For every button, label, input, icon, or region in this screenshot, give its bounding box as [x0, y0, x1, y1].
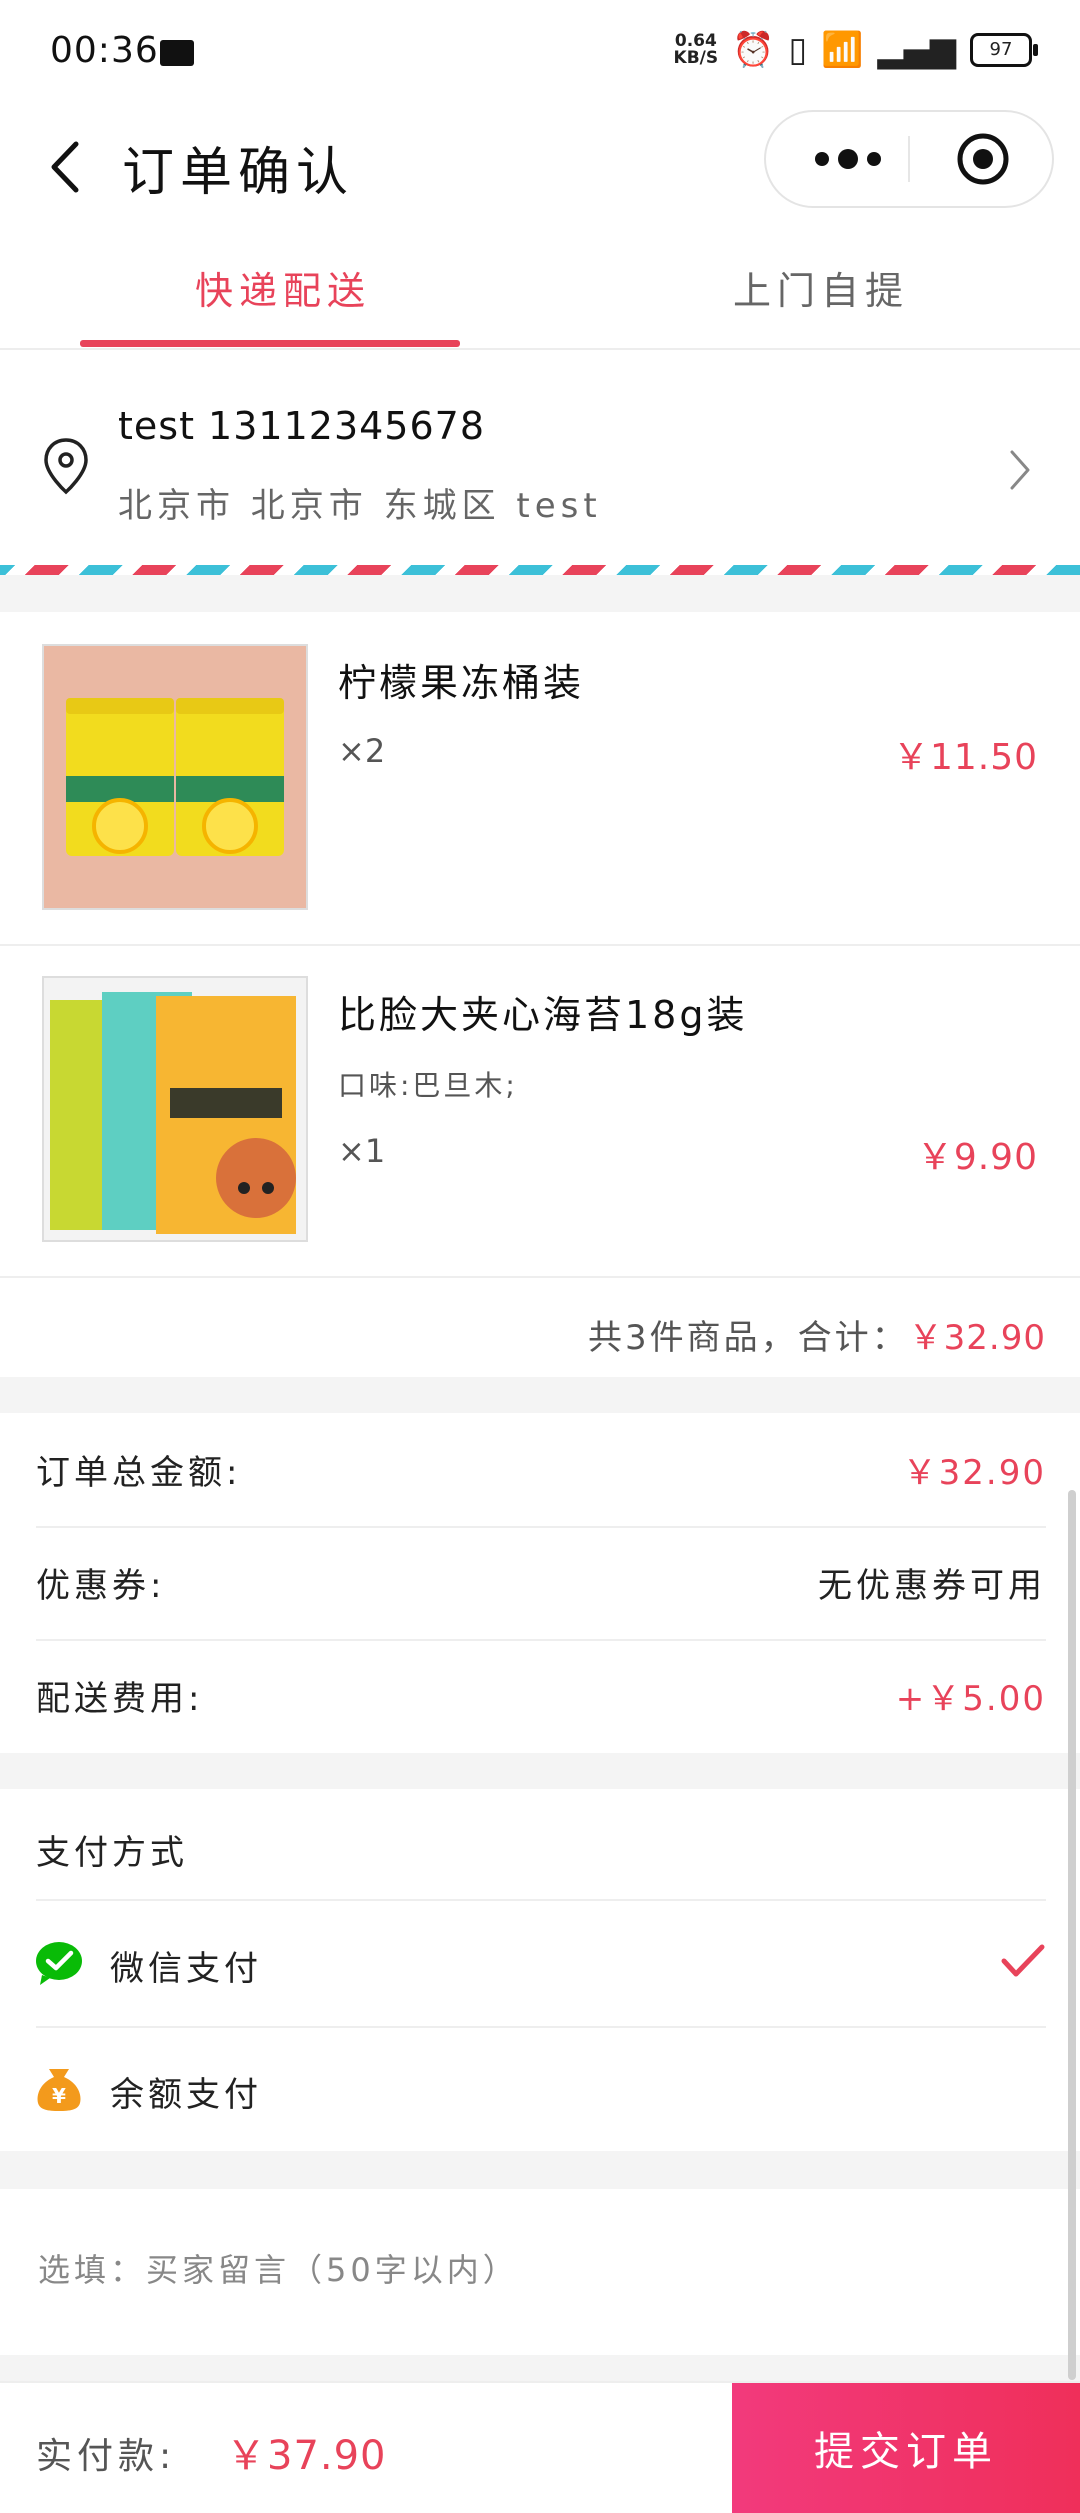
chevron-left-icon[interactable]	[42, 132, 90, 202]
goods-summary: 共3件商品，合计：￥32.90	[588, 1318, 1046, 1358]
page-title: 订单确认	[122, 143, 355, 203]
signal-icon: ▂▄▆	[877, 30, 956, 70]
goods-name: 比脸大夹心海苔18g装	[338, 993, 748, 1037]
product-image-lemon-jelly	[42, 644, 308, 910]
goods-quantity: ×2	[338, 732, 386, 770]
checkmark-icon	[1001, 1944, 1045, 1977]
payment-label: 微信支付	[110, 1949, 262, 1989]
payment-title: 支付方式	[36, 1833, 188, 1873]
order-total-row: 订单总金额: ￥32.90	[36, 1413, 1046, 1528]
remark-input[interactable]	[36, 2239, 1020, 2301]
order-amounts: 订单总金额: ￥32.90 优惠券: 无优惠券可用 配送费用: +￥5.00	[0, 1413, 1080, 1753]
order-total-value: ￥32.90	[902, 1453, 1046, 1493]
payment-methods: 支付方式 微信支付 ¥ 余额支付	[0, 1789, 1080, 2151]
delivery-fee-value: +￥5.00	[895, 1679, 1046, 1719]
goods-price: ￥11.50	[892, 737, 1038, 778]
payment-label: 余额支付	[110, 2075, 262, 2115]
delivery-fee-label: 配送费用:	[36, 1679, 204, 1719]
coupon-label: 优惠券:	[36, 1566, 166, 1606]
submit-order-button[interactable]: 提交订单	[732, 2383, 1080, 2513]
goods-list: 柠檬果冻桶装 ×2 ￥11.50 比脸大夹心海苔18g装 口味:巴旦木; ×1 …	[0, 612, 1080, 1377]
status-time: 00:36	[50, 30, 159, 71]
mini-program-capsule	[764, 110, 1054, 208]
goods-item[interactable]: 柠檬果冻桶装 ×2 ￥11.50	[0, 612, 1080, 946]
buyer-remark	[0, 2189, 1080, 2355]
coupon-value: 无优惠券可用	[818, 1566, 1046, 1606]
checkout-bar: 实付款: ￥37.90 提交订单	[0, 2381, 1080, 2513]
goods-quantity: ×1	[338, 1132, 386, 1170]
product-image-seaweed	[42, 976, 308, 1242]
goods-name: 柠檬果冻桶装	[338, 661, 585, 705]
goods-spec: 口味:巴旦木;	[338, 1069, 518, 1102]
tab-express-delivery[interactable]: 快递配送	[195, 260, 371, 315]
pay-amount-label: 实付款:	[36, 2436, 177, 2477]
delivery-fee-row: 配送费用: +￥5.00	[36, 1639, 1046, 1752]
address-card[interactable]: test 13112345678 北京市 北京市 东城区 test	[0, 350, 1080, 575]
airmail-border	[0, 565, 1080, 575]
battery-icon: 97	[970, 33, 1038, 67]
coupon-row[interactable]: 优惠券: 无优惠券可用	[36, 1526, 1046, 1641]
payment-option-wechat[interactable]: 微信支付	[0, 1901, 1080, 2027]
more-dots-icon[interactable]	[804, 142, 914, 176]
active-tab-indicator	[80, 340, 460, 347]
location-pin-icon	[44, 438, 88, 495]
goods-item[interactable]: 比脸大夹心海苔18g装 口味:巴旦木; ×1 ￥9.90	[0, 944, 1080, 1278]
alarm-icon: ⏰	[732, 30, 775, 70]
wifi-icon: 📶	[821, 30, 864, 70]
status-bar: 00:36 0.64 KB/S ⏰ ▯ 📶 ▂▄▆ 97	[0, 0, 1080, 110]
address-name-phone: test 13112345678	[118, 404, 485, 448]
money-bag-icon: ¥	[37, 2069, 81, 2111]
vibrate-icon: ▯	[788, 30, 808, 70]
pay-amount-value: ￥37.90	[226, 2433, 387, 2479]
target-circle-icon[interactable]	[956, 132, 1010, 186]
delivery-tabs: 快递配送 上门自提	[0, 230, 1080, 350]
scrollbar[interactable]	[1068, 1490, 1076, 2380]
chevron-right-icon	[1010, 450, 1030, 490]
tab-self-pickup[interactable]: 上门自提	[733, 260, 909, 315]
svg-text:¥: ¥	[52, 2084, 66, 2108]
net-speed: 0.64 KB/S	[673, 31, 719, 68]
image-notification-icon	[160, 40, 194, 66]
navigation-bar: 订单确认	[0, 110, 1080, 230]
order-total-label: 订单总金额:	[36, 1453, 242, 1493]
goods-summary-amount: ￥32.90	[908, 1318, 1046, 1358]
address-detail: 北京市 北京市 东城区 test	[118, 486, 602, 526]
goods-price: ￥9.90	[916, 1137, 1038, 1178]
capsule-divider	[908, 136, 910, 182]
payment-option-balance[interactable]: ¥ 余额支付	[0, 2027, 1080, 2153]
status-icons: 0.64 KB/S ⏰ ▯ 📶 ▂▄▆ 97	[673, 30, 1038, 70]
wechat-pay-icon	[36, 1942, 82, 1985]
